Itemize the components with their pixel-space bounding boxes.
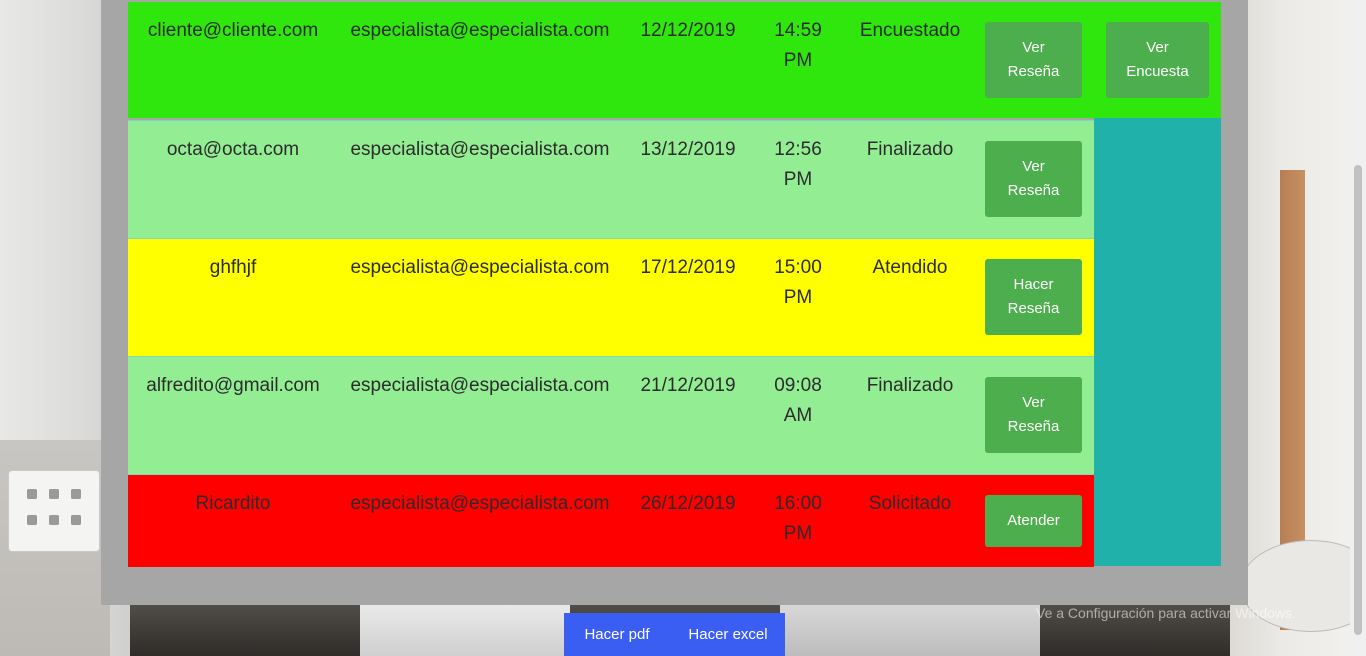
windows-activation-watermark: Ve a Configuración para activar Windows.: [1036, 605, 1296, 621]
hacer-pdf-button[interactable]: Hacer pdf: [572, 613, 662, 656]
page-scrollbar[interactable]: [1350, 0, 1366, 656]
appointment-time: 12:56 PM: [774, 139, 822, 190]
wall-switch-image: [8, 470, 100, 552]
appointment-status: Finalizado: [866, 139, 954, 160]
appointment-time: 16:00 PM: [774, 493, 822, 544]
appointment-status: Solicitado: [868, 493, 952, 514]
table-row: octa@octa.com especialista@especialista.…: [128, 120, 1094, 239]
appointment-time: 14:59 PM: [774, 20, 822, 71]
table-row: ghfhjf especialista@especialista.com 17/…: [128, 238, 1094, 357]
appointment-date: 26/12/2019: [640, 493, 736, 514]
table-row: alfredito@gmail.com especialista@especia…: [128, 356, 1094, 475]
specialist-email: especialista@especialista.com: [350, 375, 610, 396]
appointment-date: 13/12/2019: [640, 139, 736, 160]
client-name: Ricardito: [195, 493, 271, 514]
specialist-email: especialista@especialista.com: [350, 493, 610, 514]
table-row: Ricardito especialista@especialista.com …: [128, 474, 1094, 567]
ver-resena-button[interactable]: Ver Reseña: [985, 141, 1082, 217]
specialist-email: especialista@especialista.com: [350, 139, 610, 160]
appointment-status: Encuestado: [859, 20, 961, 41]
specialist-email: especialista@especialista.com: [350, 257, 610, 278]
appointment-status: Atendido: [872, 257, 948, 278]
background-bottom-drawer: [360, 604, 570, 656]
specialist-email: especialista@especialista.com: [350, 20, 610, 41]
client-email: cliente@cliente.com: [147, 20, 319, 41]
export-buttons: Hacer pdf Hacer excel: [564, 613, 785, 656]
teal-column-filler: [1094, 118, 1221, 566]
appointment-time: 15:00 PM: [774, 257, 822, 308]
appointment-date: 12/12/2019: [640, 20, 736, 41]
atender-button[interactable]: Atender: [985, 495, 1082, 547]
hacer-excel-button[interactable]: Hacer excel: [676, 613, 780, 656]
appointment-date: 17/12/2019: [640, 257, 736, 278]
scrollbar-thumb[interactable]: [1354, 165, 1362, 635]
table-row: cliente@cliente.com especialista@especia…: [128, 2, 1221, 118]
client-email: alfredito@gmail.com: [146, 375, 320, 396]
appointment-status: Finalizado: [866, 375, 954, 396]
appointment-date: 21/12/2019: [640, 375, 736, 396]
background-bottom-drawer-2: [780, 604, 1040, 656]
appointment-time: 09:08 AM: [774, 375, 822, 426]
ver-encuesta-button[interactable]: Ver Encuesta: [1106, 22, 1209, 98]
client-name: ghfhjf: [209, 257, 257, 278]
ver-resena-button[interactable]: Ver Reseña: [985, 22, 1082, 98]
client-email: octa@octa.com: [166, 139, 300, 160]
ver-resena-button[interactable]: Ver Reseña: [985, 377, 1082, 453]
hacer-resena-button[interactable]: Hacer Reseña: [985, 259, 1082, 335]
